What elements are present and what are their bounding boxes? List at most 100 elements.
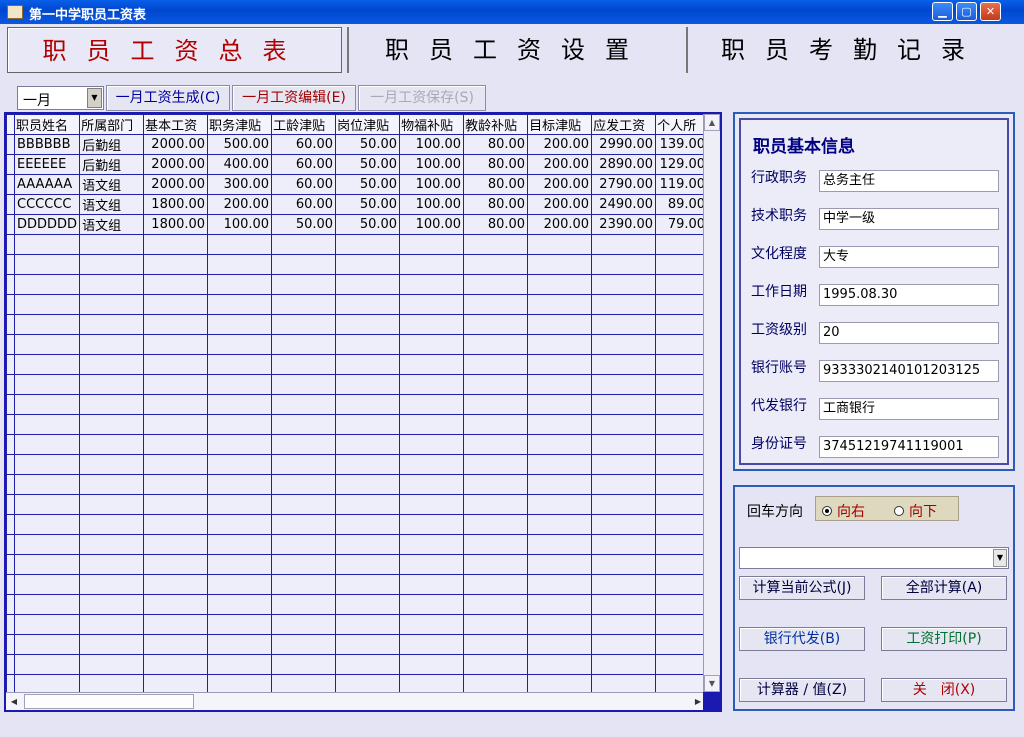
row-indicator[interactable] (6, 474, 15, 495)
table-cell[interactable] (591, 614, 657, 635)
table-cell[interactable] (79, 374, 145, 395)
table-cell[interactable] (13, 534, 81, 555)
table-cell[interactable] (271, 454, 337, 475)
table-cell[interactable] (399, 654, 465, 675)
table-cell[interactable] (271, 654, 337, 675)
tab-salary-summary[interactable]: 职员工资总表 (7, 27, 342, 73)
table-cell[interactable]: 60.00 (271, 194, 337, 215)
table-cell[interactable] (207, 574, 273, 595)
table-cell[interactable]: 80.00 (463, 174, 529, 195)
table-cell[interactable] (143, 594, 209, 615)
row-indicator[interactable] (6, 394, 15, 415)
table-cell[interactable]: 139.00 (655, 134, 709, 155)
table-cell[interactable]: 50.00 (335, 134, 401, 155)
table-cell[interactable]: BBBBBB (13, 134, 81, 155)
field-value[interactable]: 9333302140101203125 (819, 360, 999, 382)
empty-table-row[interactable] (6, 534, 709, 555)
table-cell[interactable] (591, 294, 657, 315)
table-cell[interactable] (463, 254, 529, 275)
table-cell[interactable] (143, 534, 209, 555)
table-cell[interactable] (527, 474, 593, 495)
table-cell[interactable] (527, 414, 593, 435)
table-cell[interactable] (143, 634, 209, 655)
table-cell[interactable] (143, 394, 209, 415)
table-cell[interactable] (13, 394, 81, 415)
table-cell[interactable]: 1800.00 (143, 214, 209, 235)
table-cell[interactable] (463, 574, 529, 595)
table-cell[interactable] (79, 494, 145, 515)
table-cell[interactable]: 语文组 (79, 194, 145, 215)
month-select[interactable]: 一月 ▼ (17, 86, 104, 110)
table-cell[interactable] (655, 534, 709, 555)
table-row[interactable]: CCCCCC 语文组 1800.00 200.00 60.00 50.00 100.00 80… (6, 194, 709, 215)
table-cell[interactable] (527, 454, 593, 475)
table-cell[interactable] (207, 354, 273, 375)
table-cell[interactable] (271, 514, 337, 535)
table-cell[interactable] (655, 254, 709, 275)
table-cell[interactable] (143, 254, 209, 275)
table-cell[interactable] (463, 634, 529, 655)
table-cell[interactable]: 80.00 (463, 214, 529, 235)
table-cell[interactable] (79, 614, 145, 635)
table-cell[interactable] (335, 514, 401, 535)
table-cell[interactable] (463, 494, 529, 515)
table-cell[interactable] (655, 474, 709, 495)
table-cell[interactable]: 语文组 (79, 214, 145, 235)
table-cell[interactable] (399, 554, 465, 575)
table-cell[interactable]: 2790.00 (591, 174, 657, 195)
table-cell[interactable] (79, 254, 145, 275)
table-row[interactable]: DDDDDD 语文组 1800.00 100.00 50.00 50.00 100.00 80… (6, 214, 709, 235)
table-cell[interactable]: 1800.00 (143, 194, 209, 215)
table-cell[interactable]: 后勤组 (79, 154, 145, 175)
table-cell[interactable] (399, 534, 465, 555)
table-cell[interactable] (591, 434, 657, 455)
row-indicator[interactable] (6, 154, 15, 175)
table-cell[interactable] (335, 654, 401, 675)
table-cell[interactable] (463, 374, 529, 395)
calc-current-button[interactable]: 计算当前公式(J) (739, 576, 865, 600)
table-cell[interactable] (207, 474, 273, 495)
table-cell[interactable] (527, 654, 593, 675)
table-cell[interactable] (399, 234, 465, 255)
table-cell[interactable]: 80.00 (463, 194, 529, 215)
table-cell[interactable] (13, 634, 81, 655)
table-cell[interactable] (591, 254, 657, 275)
row-indicator[interactable] (6, 574, 15, 595)
table-cell[interactable]: EEEEEE (13, 154, 81, 175)
table-cell[interactable] (271, 334, 337, 355)
table-cell[interactable] (335, 534, 401, 555)
table-cell[interactable] (399, 474, 465, 495)
table-row[interactable]: EEEEEE 后勤组 2000.00 400.00 60.00 50.00 100.00 80… (6, 154, 709, 175)
table-row[interactable]: AAAAAA 语文组 2000.00 300.00 60.00 50.00 100.00 80… (6, 174, 709, 195)
table-cell[interactable]: 300.00 (207, 174, 273, 195)
row-indicator[interactable] (6, 594, 15, 615)
column-header[interactable]: 工龄津贴 (271, 114, 337, 135)
table-cell[interactable]: 80.00 (463, 154, 529, 175)
table-cell[interactable] (655, 654, 709, 675)
table-cell[interactable] (655, 394, 709, 415)
table-cell[interactable] (207, 414, 273, 435)
table-cell[interactable] (79, 454, 145, 475)
table-cell[interactable] (143, 434, 209, 455)
table-cell[interactable] (13, 654, 81, 675)
chevron-down-icon[interactable]: ▼ (993, 549, 1007, 567)
empty-table-row[interactable] (6, 354, 709, 375)
column-header[interactable]: 应发工资 (591, 114, 657, 135)
table-cell[interactable] (591, 314, 657, 335)
print-salary-button[interactable]: 工资打印(P) (881, 627, 1007, 651)
row-indicator[interactable] (6, 494, 15, 515)
table-cell[interactable]: 100.00 (399, 214, 465, 235)
table-cell[interactable]: 50.00 (335, 174, 401, 195)
table-cell[interactable] (655, 294, 709, 315)
table-cell[interactable] (591, 354, 657, 375)
table-cell[interactable] (271, 254, 337, 275)
table-cell[interactable] (271, 414, 337, 435)
field-value[interactable]: 中学一级 (819, 208, 999, 230)
empty-table-row[interactable] (6, 654, 709, 675)
table-cell[interactable]: 2000.00 (143, 174, 209, 195)
column-header[interactable]: 物福补贴 (399, 114, 465, 135)
table-cell[interactable] (207, 374, 273, 395)
row-indicator[interactable] (6, 454, 15, 475)
table-cell[interactable] (399, 434, 465, 455)
empty-table-row[interactable] (6, 494, 709, 515)
